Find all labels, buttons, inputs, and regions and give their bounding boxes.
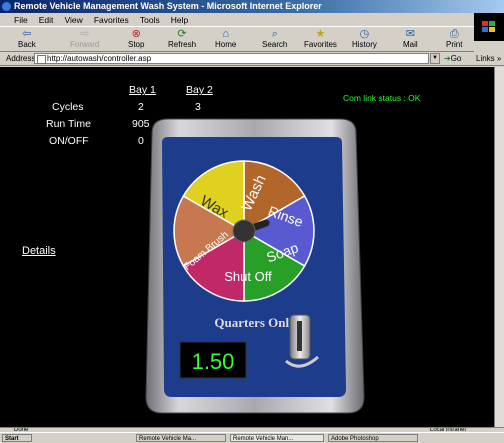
home-button[interactable]: ⌂ Home (215, 28, 236, 49)
back-icon: ⇦ (22, 28, 32, 40)
window-title: Remote Vehicle Management Wash System - … (14, 1, 322, 11)
price-display-value: 1.50 (192, 349, 235, 374)
start-button[interactable]: Start (2, 434, 32, 442)
window-title-bar: Remote Vehicle Management Wash System - … (0, 0, 504, 13)
page-content: Bay 1 Bay 2 Cycles 2 3 Run Time 905 2 ON… (0, 67, 504, 427)
stop-icon: ⊗ (131, 28, 141, 40)
chevron-down-icon: ▼ (432, 55, 438, 61)
coin-slot-opening (297, 321, 302, 351)
links-button[interactable]: Links » (476, 52, 501, 66)
address-url: http://autowash/controller.asp (47, 54, 152, 63)
dial-knob (232, 219, 256, 243)
go-arrow-icon: ➔ (444, 54, 451, 63)
forward-icon: ⇨ (80, 28, 90, 40)
toolbar: ⇦ Back ⇨ Forward ⊗ Stop ⟳ Refresh ⌂ Home ⌕ Sea… (0, 27, 474, 52)
task-button-1[interactable]: Remote Vehicle Ma... (136, 434, 226, 442)
favorites-button[interactable]: ★ Favorites (304, 28, 337, 49)
address-field[interactable]: http://autowash/controller.asp (34, 53, 429, 64)
favorites-icon: ★ (315, 28, 326, 40)
go-button[interactable]: ➔Go (444, 52, 461, 66)
menu-favorites[interactable]: Favorites (90, 13, 133, 27)
menu-help[interactable]: Help (167, 13, 192, 27)
menu-bar: File Edit View Favorites Tools Help (0, 13, 504, 41)
history-button[interactable]: ◷ History (352, 28, 377, 49)
forward-button[interactable]: ⇨ Forward (70, 28, 99, 49)
page-icon (37, 55, 46, 64)
refresh-icon: ⟳ (177, 28, 187, 40)
refresh-button[interactable]: ⟳ Refresh (168, 28, 196, 49)
print-button[interactable]: ⎙ Print (446, 28, 462, 49)
windows-logo-icon (474, 13, 504, 41)
coin-box-machine: Wash Rinse Soap Shut Off Foam Brush Wax … (145, 118, 365, 414)
menu-view[interactable]: View (60, 13, 86, 27)
task-button-3[interactable]: Adobe Photoshop (328, 434, 418, 442)
menu-edit[interactable]: Edit (35, 13, 58, 27)
ie-icon (2, 2, 11, 11)
address-bar: Address http://autowash/controller.asp ▼… (0, 52, 504, 66)
vertical-scrollbar[interactable] (494, 67, 504, 427)
home-icon: ⌂ (222, 28, 229, 40)
taskbar: Start Remote Vehicle Ma... Remote Vehicl… (0, 432, 504, 443)
mail-icon: ✉ (405, 28, 415, 40)
print-icon: ⎙ (449, 28, 459, 40)
menu-file[interactable]: File (10, 13, 32, 27)
task-button-2[interactable]: Remote Vehicle Man... (230, 434, 324, 442)
address-label: Address (6, 54, 36, 63)
quarters-label: Quarters Only (214, 315, 296, 330)
menu-tools[interactable]: Tools (136, 13, 164, 27)
dial-shutoff-label: Shut Off (224, 269, 272, 284)
mail-button[interactable]: ✉ Mail (403, 28, 418, 49)
address-dropdown[interactable]: ▼ (430, 53, 440, 64)
search-button[interactable]: ⌕ Search (262, 28, 287, 49)
selector-dial: Wash Rinse Soap Shut Off Foam Brush Wax (173, 160, 315, 302)
back-button[interactable]: ⇦ Back (18, 28, 36, 49)
stop-button[interactable]: ⊗ Stop (128, 28, 144, 49)
search-icon: ⌕ (271, 28, 278, 40)
history-icon: ◷ (359, 28, 370, 40)
